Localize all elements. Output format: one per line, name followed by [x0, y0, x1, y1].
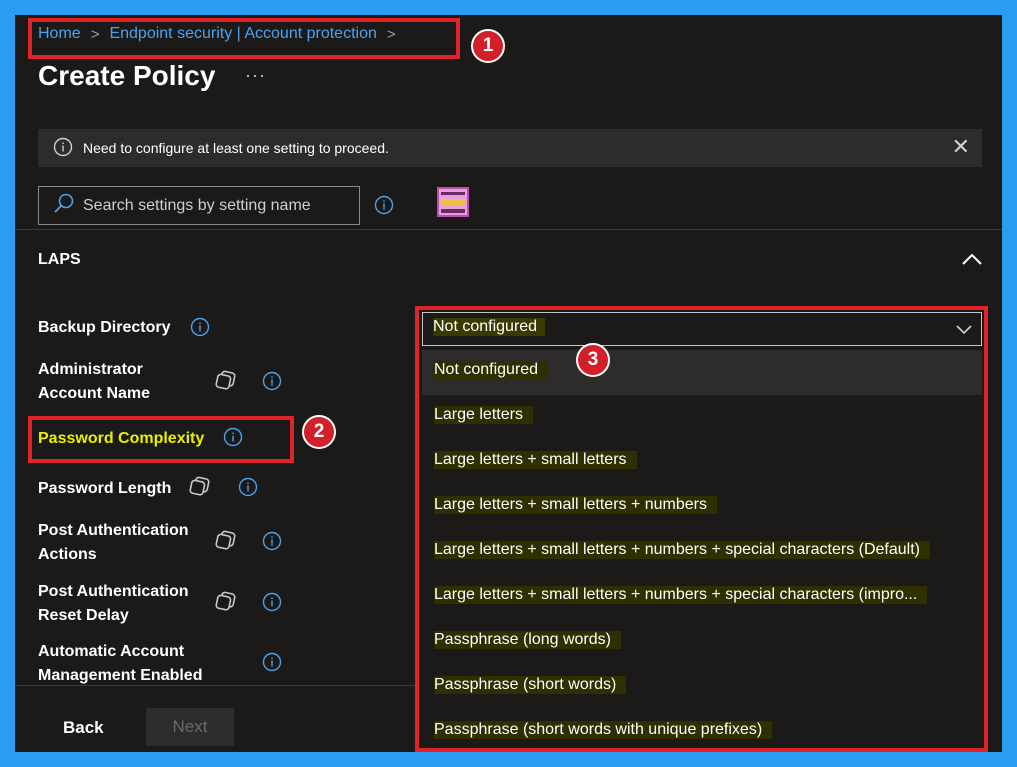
copy-settings-icon[interactable] [215, 370, 237, 395]
close-icon[interactable]: ✕ [952, 135, 970, 159]
annotation-box-password-complexity [28, 416, 294, 463]
annotation-badge: 3 [576, 343, 610, 377]
search-input[interactable] [83, 196, 343, 215]
search-box[interactable] [38, 186, 360, 225]
setting-label-post-authentication-reset-delay: Post Authentication Reset Delay [38, 583, 189, 624]
copy-settings-icon[interactable] [215, 591, 237, 616]
info-icon[interactable] [190, 317, 210, 342]
annotation-box-breadcrumb [28, 18, 460, 59]
group-header-laps: LAPS [38, 251, 81, 268]
setting-label-password-length: Password Length [38, 480, 172, 497]
page-title: Create Policy [38, 60, 216, 91]
annotation-box-dropdown [415, 306, 988, 752]
portal-frame: Home > Endpoint security | Account prote… [15, 15, 1002, 752]
setting-label-administrator-account-name: Administrator Account Name [38, 361, 151, 402]
notice-text: Need to configure at least one setting t… [83, 140, 389, 156]
info-notice-bar: Need to configure at least one setting t… [38, 129, 982, 167]
divider [15, 229, 1002, 230]
info-icon[interactable] [238, 477, 258, 502]
next-button[interactable]: Next [146, 708, 234, 746]
annotation-badge: 1 [471, 29, 505, 63]
more-options-icon[interactable]: ··· [245, 65, 266, 86]
copy-settings-icon[interactable] [215, 530, 237, 555]
info-icon[interactable] [262, 371, 282, 396]
info-icon[interactable] [262, 652, 282, 677]
info-icon[interactable] [262, 592, 282, 617]
info-icon [53, 137, 73, 160]
info-icon[interactable] [262, 531, 282, 556]
setting-label-backup-directory: Backup Directory [38, 319, 171, 336]
setting-label-automatic-account-management-enabled: Automatic Account Management Enabled [38, 643, 203, 684]
chevron-up-icon[interactable] [960, 247, 984, 276]
annotation-badge: 2 [302, 415, 336, 449]
setting-label-post-authentication-actions: Post Authentication Actions [38, 522, 189, 563]
back-button[interactable]: Back [63, 718, 104, 738]
site-logo [437, 187, 469, 217]
divider [15, 685, 415, 686]
info-icon[interactable] [374, 195, 394, 220]
search-icon [53, 192, 75, 219]
copy-settings-icon[interactable] [189, 476, 211, 501]
